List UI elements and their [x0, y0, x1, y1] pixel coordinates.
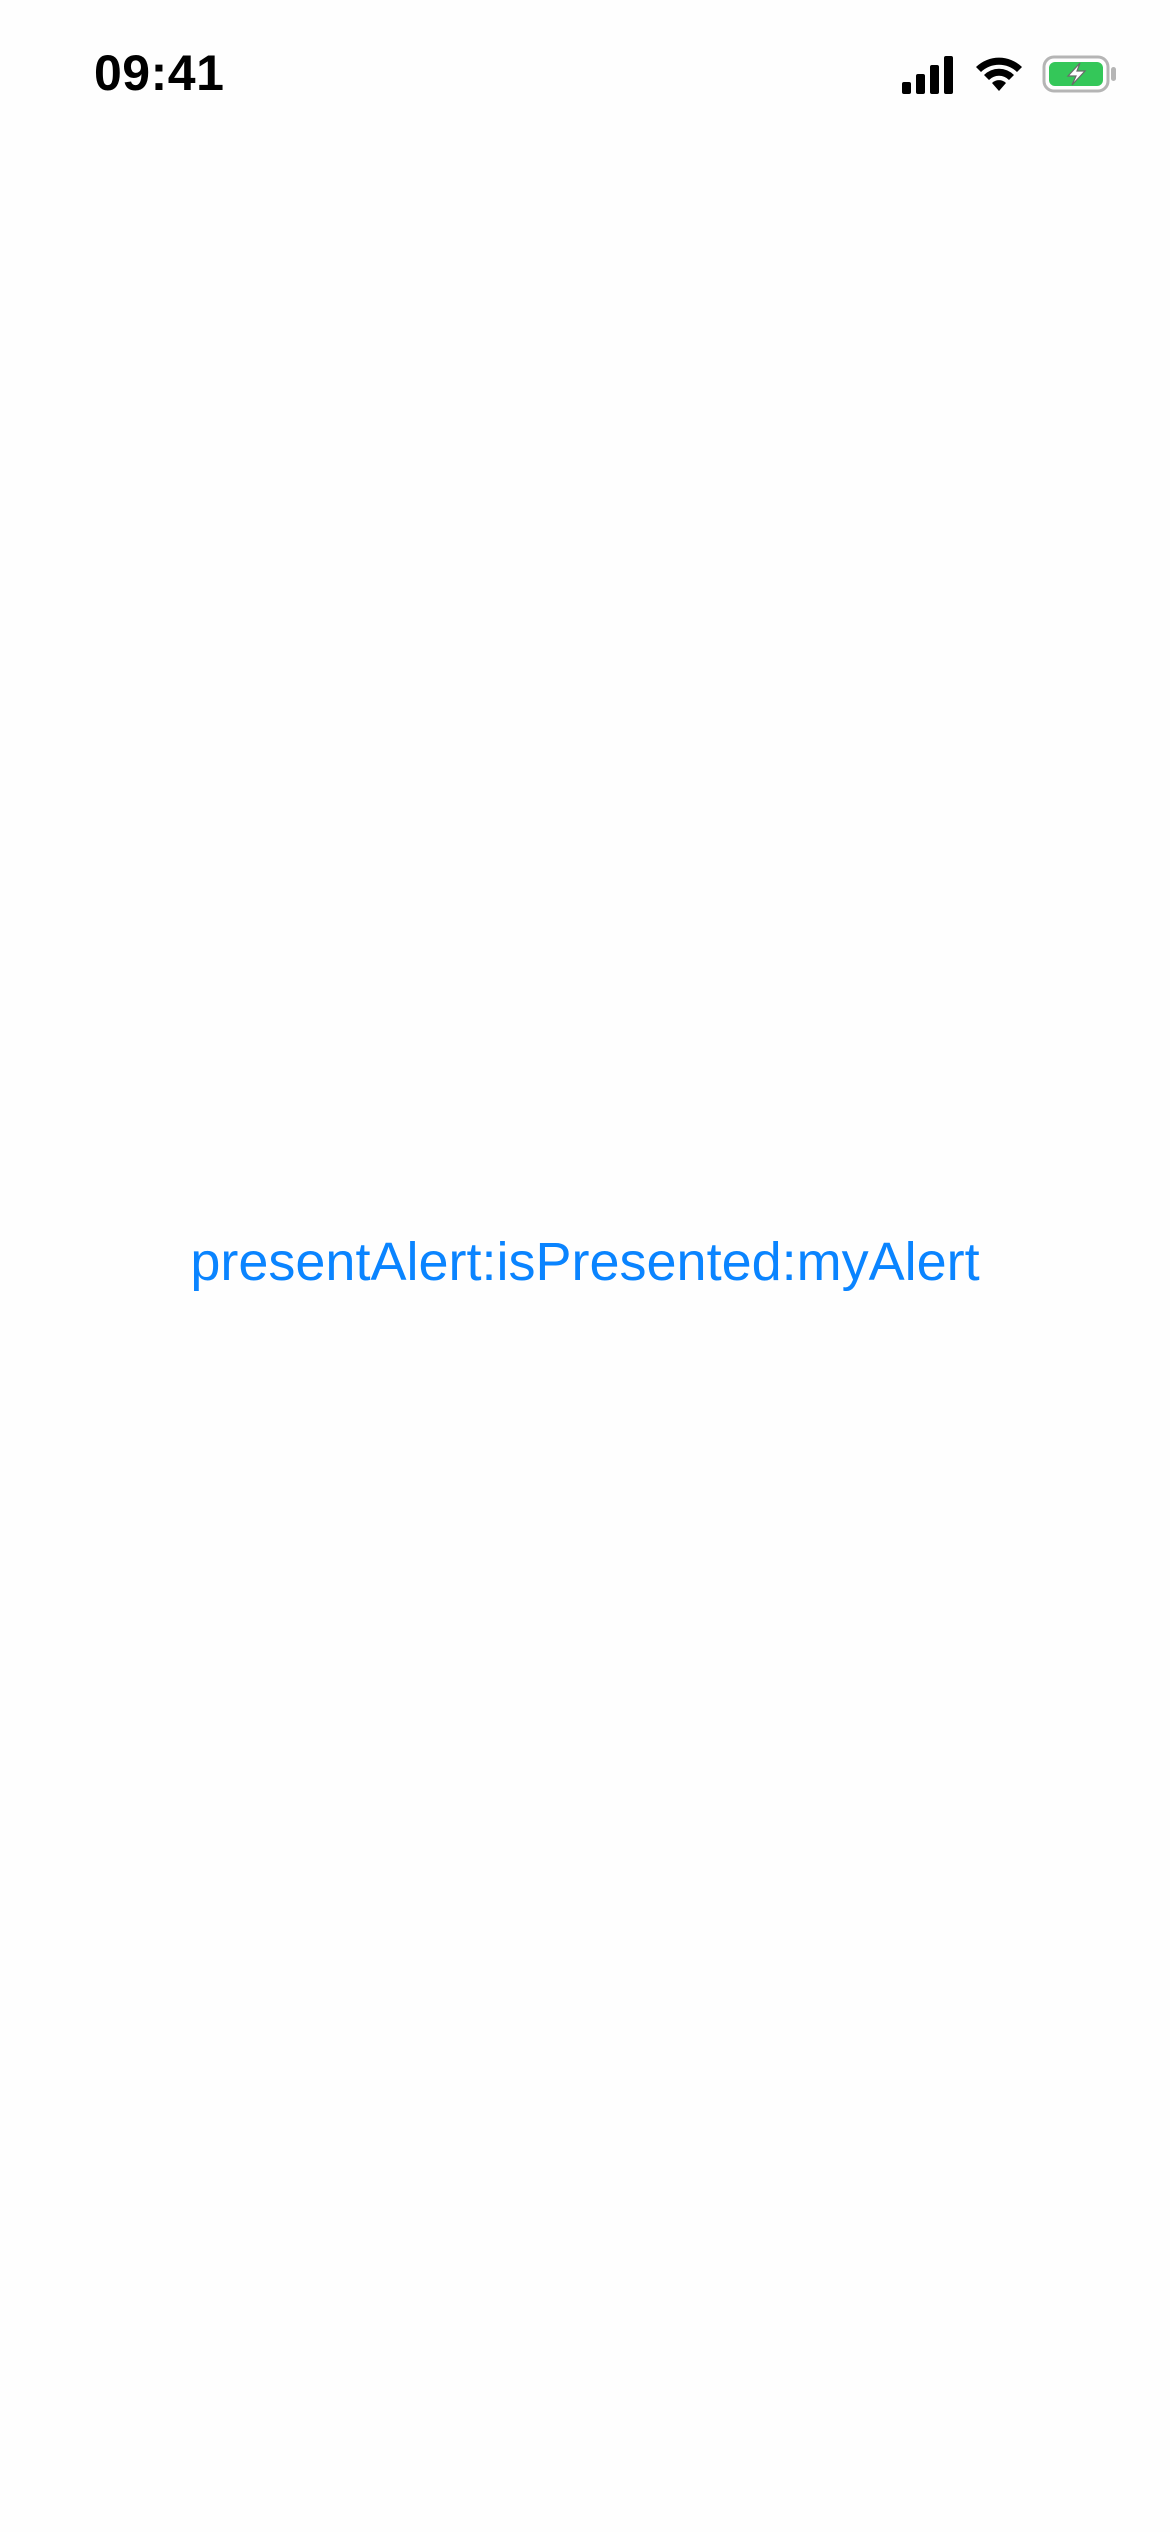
- app-screen: 09:41 presentAlert:isPresented:myAlert: [0, 0, 1170, 2532]
- cellular-signal-icon: [902, 54, 956, 94]
- present-alert-button[interactable]: presentAlert:isPresented:myAlert: [190, 1230, 979, 1295]
- main-content: presentAlert:isPresented:myAlert: [0, 1230, 1170, 1295]
- wifi-icon: [974, 55, 1024, 93]
- status-bar: 09:41: [0, 0, 1170, 150]
- battery-charging-icon: [1042, 54, 1118, 94]
- status-icons: [902, 52, 1118, 96]
- status-time: 09:41: [94, 45, 225, 101]
